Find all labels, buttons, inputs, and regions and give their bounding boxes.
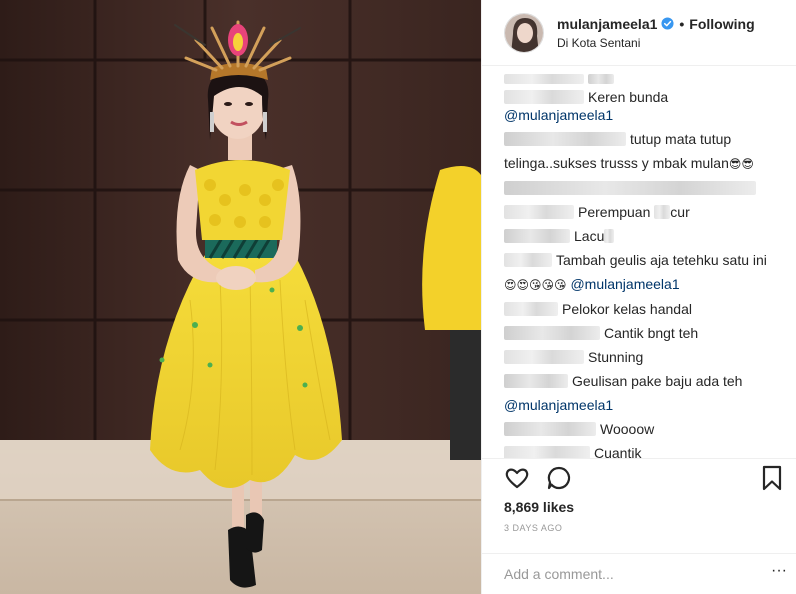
comment-row: Cuantik (504, 444, 775, 458)
username[interactable]: mulanjameela1 (557, 16, 657, 32)
comment-text: cur (670, 204, 690, 220)
post-side-panel: mulanjameela1 • Following Di Kota Sentan… (481, 0, 796, 594)
comment-text: Woooow (600, 421, 655, 437)
comment-text: Pelokor kelas handal (562, 301, 692, 317)
comment-row: @mulanjameela1 (504, 396, 775, 414)
blurred-username[interactable] (504, 181, 756, 195)
separator-dot: • (679, 15, 685, 32)
comment-row: Keren bunda @mulanjameela1 (504, 88, 775, 124)
emoji-text: 😍😍😘😘😘 (504, 278, 567, 292)
blurred-username[interactable] (504, 326, 600, 340)
blurred-username[interactable] (504, 422, 596, 436)
mention-link[interactable]: @mulanjameela1 (570, 276, 679, 292)
comment-text: telinga..sukses trusss y mbak mulan (504, 155, 729, 171)
comment-text: Cantik bngt teh (604, 325, 699, 341)
avatar-image (505, 13, 543, 52)
blurred-text (604, 229, 615, 243)
comment-row: Stunning (504, 348, 775, 366)
comment-row: Woooow (504, 420, 775, 438)
comment-text: tutup mata tutup (630, 131, 732, 147)
comment-text: Geulisan pake baju ada teh (572, 373, 743, 389)
blurred-username[interactable] (504, 229, 570, 243)
comment-row: Cantik bngt teh (504, 324, 775, 342)
emoji-text: 😎😎 (728, 157, 754, 171)
list-item (504, 68, 775, 86)
comment-text: Keren bunda (588, 89, 669, 105)
blurred-username[interactable] (504, 90, 584, 104)
comment-row: tutup mata tutup (504, 130, 775, 148)
bookmark-icon[interactable] (761, 465, 783, 491)
action-icons (504, 465, 588, 491)
following-button[interactable]: Following (689, 16, 754, 32)
blurred-username[interactable] (504, 132, 626, 146)
blurred-text (654, 205, 671, 219)
comment-row (504, 179, 775, 197)
verified-badge-icon (661, 17, 674, 30)
comment-bar: ··· (482, 553, 796, 594)
post-timestamp[interactable]: 3 DAYS AGO (504, 523, 562, 533)
comment-row: telinga..sukses trusss y mbak mulan😎😎 (504, 154, 775, 173)
header-text: mulanjameela1 • Following Di Kota Sentan… (557, 16, 755, 50)
blurred-username[interactable] (504, 374, 568, 388)
comment-row: 😍😍😘😘😘 @mulanjameela1 (504, 275, 775, 294)
post-header: mulanjameela1 • Following Di Kota Sentan… (482, 0, 796, 66)
comment-row: Perempuan cur (504, 203, 775, 221)
more-options-icon[interactable]: ··· (771, 562, 787, 580)
comment-row: Geulisan pake baju ada teh (504, 372, 775, 390)
comments-list[interactable]: Keren bunda @mulanjameela1 tutup mata tut… (482, 66, 796, 458)
comment-text: Stunning (588, 349, 644, 365)
comment-text: Tambah geulis aja tetehku satu ini (556, 252, 767, 268)
comment-text: Lacu (574, 228, 605, 244)
post-photo[interactable] (0, 0, 481, 594)
comment-row: Tambah geulis aja tetehku satu ini (504, 251, 775, 269)
comment-text: Perempuan (578, 204, 655, 220)
post-image (0, 0, 481, 594)
comment-text: Cuantik (594, 445, 642, 458)
blurred-username[interactable] (504, 253, 552, 267)
blurred-username[interactable] (504, 205, 574, 219)
likes-count[interactable]: 8,869 likes (504, 499, 574, 515)
comment-row: Lacu (504, 227, 775, 245)
blurred-username (504, 74, 584, 84)
comment-icon[interactable] (546, 465, 572, 491)
comment-row: Pelokor kelas handal (504, 300, 775, 318)
post-actions: 8,869 likes 3 DAYS AGO ··· (482, 458, 796, 593)
blurred-username[interactable] (504, 446, 590, 458)
mention-link[interactable]: @mulanjameela1 (504, 107, 613, 123)
heart-icon[interactable] (504, 465, 530, 491)
blurred-username (587, 74, 614, 84)
comment-input[interactable] (504, 563, 754, 585)
blurred-username[interactable] (504, 302, 558, 316)
location-link[interactable]: Di Kota Sentani (557, 36, 755, 50)
avatar[interactable] (504, 12, 544, 53)
mention-link[interactable]: @mulanjameela1 (504, 397, 613, 413)
blurred-username[interactable] (504, 350, 584, 364)
